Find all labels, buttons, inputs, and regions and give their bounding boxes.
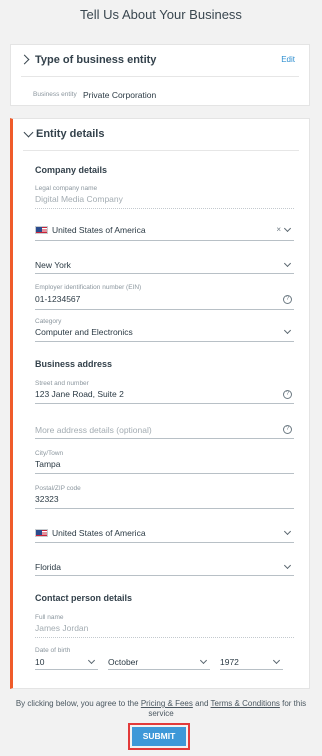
field-underline (35, 669, 98, 670)
address-country-value: United States of America (52, 528, 146, 538)
field-underline (108, 669, 210, 670)
category-value: Computer and Electronics (35, 327, 133, 337)
more-address-placeholder: More address details (optional) (35, 425, 152, 435)
full-name-field[interactable]: Full name James Jordan (35, 614, 294, 638)
field-underline (220, 669, 283, 670)
business-address-heading: Business address (35, 359, 113, 369)
dob-day-select[interactable]: 10 (35, 656, 98, 670)
chevron-down-icon (199, 656, 208, 665)
dob-year-value: 1972 (220, 657, 239, 667)
company-state-select[interactable]: New York (35, 259, 294, 274)
contact-person-heading: Contact person details (35, 593, 133, 603)
field-underline (35, 508, 294, 509)
company-country-select[interactable]: United States of America × (35, 224, 294, 241)
city-field[interactable]: City/Town Tampa (35, 450, 294, 474)
legal-company-name-field[interactable]: Legal company name Digital Media Company (35, 185, 294, 209)
entity-details-card: Entity details Company details Legal com… (10, 118, 310, 689)
field-underline (35, 240, 294, 241)
business-type-header[interactable]: Type of business entity Edit (11, 45, 309, 76)
address-state-value: Florida (35, 562, 61, 572)
terms-text-before: By clicking below, you agree to the (15, 699, 139, 708)
dob-year-select[interactable]: 1972 (220, 656, 283, 670)
edit-link[interactable]: Edit (281, 55, 295, 64)
field-underline (35, 341, 294, 342)
field-underline (35, 403, 294, 404)
dob-label: Date of birth (35, 647, 71, 654)
legal-company-name-value: Digital Media Company (35, 194, 123, 204)
divider (21, 76, 299, 77)
category-label: Category (35, 318, 62, 325)
field-underline (35, 273, 294, 274)
city-value: Tampa (35, 459, 61, 469)
help-icon[interactable]: ? (283, 390, 292, 399)
help-icon[interactable]: ? (283, 425, 292, 434)
clear-icon[interactable]: × (276, 225, 281, 234)
address-country-select[interactable]: United States of America (35, 527, 294, 543)
page-title: Tell Us About Your Business (80, 7, 242, 22)
submit-button[interactable]: SUBMIT (132, 727, 186, 746)
field-underline (35, 208, 294, 209)
dob-day-value: 10 (35, 657, 45, 667)
us-flag-icon (35, 529, 48, 537)
chevron-right-icon (19, 54, 30, 65)
chevron-down-icon (283, 561, 292, 570)
us-flag-icon (35, 226, 48, 234)
entity-details-title: Entity details (36, 128, 105, 140)
dob-month-select[interactable]: October (108, 656, 210, 670)
legal-company-name-label: Legal company name (35, 185, 98, 192)
chevron-down-icon (272, 656, 281, 665)
zip-label: Postal/ZIP code (35, 485, 81, 492)
chevron-down-icon (283, 224, 292, 233)
terms-conditions-link[interactable]: Terms & Conditions (211, 699, 280, 708)
terms-text-and: and (195, 699, 209, 708)
ein-value: 01-1234567 (35, 294, 81, 304)
full-name-value: James Jordan (35, 623, 89, 633)
zip-field[interactable]: Postal/ZIP code 32323 (35, 485, 294, 509)
dob-month-value: October (108, 657, 139, 667)
field-underline (35, 438, 294, 439)
street-value: 123 Jane Road, Suite 2 (35, 389, 124, 399)
full-name-label: Full name (35, 614, 64, 621)
street-label: Street and number (35, 380, 89, 387)
ein-field[interactable]: Employer identification number (EIN) 01-… (35, 284, 294, 310)
city-label: City/Town (35, 450, 64, 457)
ein-label: Employer identification number (EIN) (35, 284, 142, 291)
pricing-fees-link[interactable]: Pricing & Fees (141, 699, 193, 708)
business-type-title: Type of business entity (35, 54, 157, 66)
chevron-down-icon (87, 656, 96, 665)
field-underline (35, 637, 294, 638)
zip-value: 32323 (35, 494, 59, 504)
more-address-field[interactable]: More address details (optional) ? (35, 424, 294, 439)
street-field[interactable]: Street and number 123 Jane Road, Suite 2… (35, 380, 294, 404)
submit-highlight: SUBMIT (128, 723, 190, 750)
terms-notice: By clicking below, you agree to the Pric… (10, 699, 312, 719)
business-entity-value: Private Corporation (83, 90, 157, 100)
field-underline (35, 542, 294, 543)
company-state-value: New York (35, 260, 71, 270)
company-country-value: United States of America (52, 225, 146, 235)
category-select[interactable]: Category Computer and Electronics (35, 318, 294, 342)
chevron-down-icon (283, 326, 292, 335)
chevron-down-icon (283, 259, 292, 268)
address-state-select[interactable]: Florida (35, 561, 294, 576)
field-underline (35, 473, 294, 474)
field-underline (35, 309, 294, 310)
business-entity-label: Business entity (33, 91, 77, 98)
divider (23, 150, 299, 151)
business-type-card: Type of business entity Edit Business en… (10, 44, 310, 106)
chevron-down-icon (283, 527, 292, 536)
company-details-heading: Company details (35, 165, 108, 175)
help-icon[interactable]: ? (283, 295, 292, 304)
chevron-down-icon[interactable] (23, 127, 34, 138)
field-underline (35, 575, 294, 576)
